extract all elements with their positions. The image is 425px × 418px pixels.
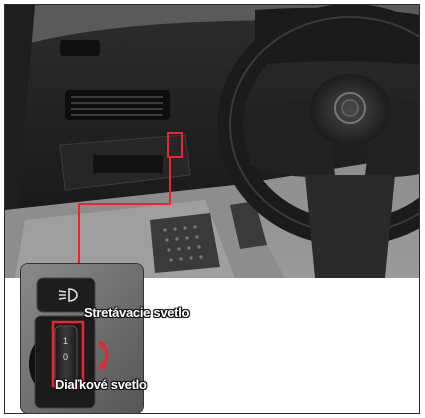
- illustration-frame: 1 0 Stretávacie svetlo Diaľkové svetlo: [0, 0, 425, 418]
- leader-line-down: [78, 203, 80, 263]
- dashboard-photo: [5, 5, 419, 278]
- switch-mark-bottom: 0: [63, 352, 69, 362]
- leader-line-vertical: [169, 156, 171, 204]
- leader-line-horizontal: [78, 203, 171, 205]
- high-beam-label: Diaľkové svetlo: [55, 377, 147, 392]
- switch-mark-top: 1: [63, 336, 69, 346]
- dashboard-drawing: [5, 5, 419, 278]
- low-beam-label: Stretávacie svetlo: [84, 305, 190, 320]
- headlight-icon: [58, 288, 78, 302]
- rotate-arrow-icon: [98, 341, 109, 369]
